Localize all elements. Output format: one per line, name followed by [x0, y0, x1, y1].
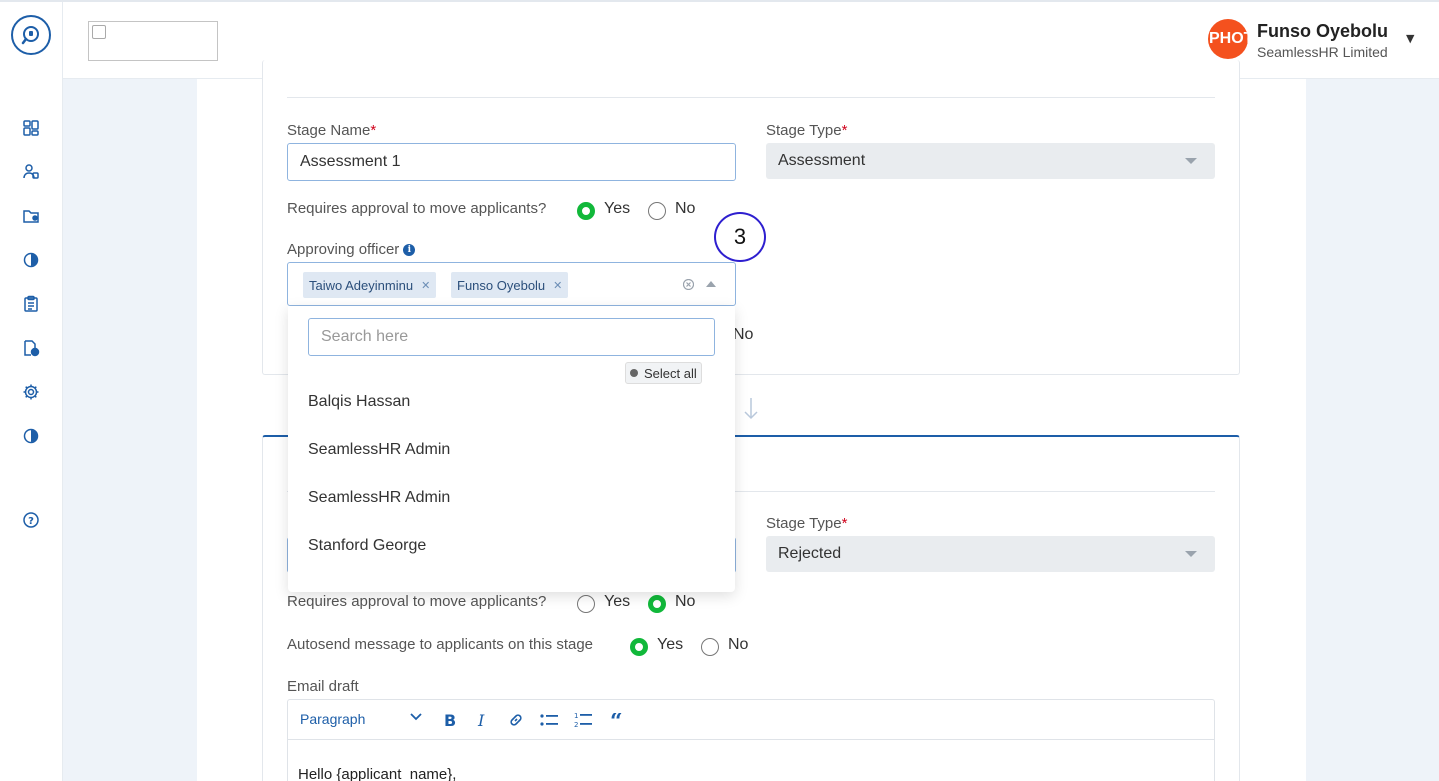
officer-tag: Funso Oyebolu ✕ [451, 272, 569, 298]
svg-text:1: 1 [574, 712, 578, 720]
folder-user-icon[interactable] [21, 206, 41, 226]
approving-officer-multiselect[interactable]: Taiwo Adeyinminu ✕ Funso Oyebolu ✕ [287, 262, 736, 306]
approval-question-2: Requires approval to move applicants? [287, 593, 547, 610]
svg-text:2: 2 [574, 721, 578, 729]
approval-yes-radio[interactable] [577, 202, 595, 220]
svg-text:B: B [444, 712, 456, 728]
stage-type-select[interactable]: Assessment [766, 143, 1215, 179]
svg-text:?: ? [28, 516, 34, 527]
link-icon[interactable] [505, 709, 527, 731]
chevron-down-icon[interactable] [410, 713, 422, 721]
approval-no-label-2: No [675, 593, 696, 610]
sidebar: ? [0, 2, 63, 781]
autosend-no-label: No [728, 636, 749, 653]
officer-dropdown-menu: Search here Select all Balqis Hassan Sea… [288, 306, 735, 592]
select-all-button[interactable]: Select all [625, 362, 702, 384]
officer-tag: Taiwo Adeyinminu ✕ [303, 272, 437, 298]
officer-tag-label: Funso Oyebolu [457, 277, 546, 293]
app-logo-button[interactable] [11, 15, 51, 55]
format-select[interactable]: Paragraph [300, 711, 365, 727]
autosend-yes-label: Yes [657, 636, 684, 653]
document-clock-icon[interactable] [21, 338, 41, 358]
stage-name-input[interactable]: Assessment 1 [287, 143, 736, 181]
italic-icon[interactable]: I [471, 709, 493, 731]
stage-type-value-2: Rejected [778, 545, 842, 562]
stage-type-value: Assessment [778, 152, 866, 169]
approval-no-radio-2[interactable] [648, 595, 666, 613]
user-organization: SeamlessHR Limited [1257, 44, 1388, 60]
blockquote-icon[interactable]: “ [607, 709, 629, 731]
stage-type-select-2[interactable]: Rejected [766, 536, 1215, 572]
approval-yes-label-2: Yes [604, 593, 631, 610]
caret-down-icon [1185, 158, 1197, 164]
dropdown-option[interactable]: SeamlessHR Admin [308, 489, 450, 507]
email-draft-editor[interactable]: Paragraph B I 1 2 “ Hello {applicant_nam… [287, 699, 1215, 781]
pie-chart-icon[interactable] [21, 250, 41, 270]
editor-toolbar: Paragraph B I 1 2 “ [288, 700, 1214, 740]
stage-type-label-2: Stage Type* [766, 515, 848, 532]
stage-name-label: Stage Name* [287, 122, 377, 139]
bold-icon[interactable]: B [438, 709, 460, 731]
hidden-no-label: No [733, 326, 754, 343]
help-icon[interactable]: ? [21, 510, 41, 530]
autosend-question: Autosend message to applicants on this s… [287, 636, 594, 653]
user-name[interactable]: Funso Oyebolu [1257, 21, 1388, 42]
clear-icon[interactable] [683, 279, 694, 290]
svg-text:I: I [477, 712, 485, 728]
caret-down-icon[interactable]: ▼ [1406, 32, 1414, 45]
approval-no-label: No [675, 200, 696, 217]
approval-yes-label: Yes [604, 200, 631, 217]
approval-yes-radio-2[interactable] [577, 595, 595, 613]
select-all-label: Select all [644, 365, 697, 381]
gear-icon[interactable] [21, 382, 41, 402]
approval-no-radio[interactable] [648, 202, 666, 220]
company-logo [88, 21, 218, 61]
bulleted-list-icon[interactable] [538, 709, 560, 731]
dropdown-option[interactable]: Stanford George [308, 537, 426, 555]
dashboard-icon[interactable] [21, 118, 41, 138]
pie-chart-icon[interactable] [21, 426, 41, 446]
approving-officer-label: Approving officer i [287, 241, 416, 258]
email-draft-label: Email draft [287, 678, 359, 695]
svg-text:“: “ [610, 713, 623, 727]
clipboard-icon[interactable] [21, 294, 41, 314]
autosend-yes-radio[interactable] [630, 638, 648, 656]
caret-up-icon[interactable] [706, 281, 716, 287]
avatar[interactable]: PHOTO [1208, 19, 1248, 59]
editor-body-text[interactable]: Hello {applicant_name}, [298, 766, 456, 781]
dot-icon [630, 369, 638, 377]
arrow-down-icon [744, 398, 758, 420]
numbered-list-icon[interactable]: 1 2 [572, 709, 594, 731]
stage-card-1-divider [287, 97, 1215, 98]
caret-down-icon [1185, 551, 1197, 557]
remove-tag-icon[interactable]: ✕ [421, 279, 430, 292]
step-marker: 3 [714, 212, 766, 262]
remove-tag-icon[interactable]: ✕ [553, 279, 562, 292]
dropdown-option[interactable]: SeamlessHR Admin [308, 441, 450, 459]
info-icon[interactable]: i [403, 244, 416, 257]
stage-type-label: Stage Type* [766, 122, 848, 139]
users-icon[interactable] [21, 162, 41, 182]
search-key-icon [21, 26, 39, 45]
autosend-no-radio[interactable] [701, 638, 719, 656]
dropdown-search-input[interactable]: Search here [308, 318, 715, 356]
officer-tag-label: Taiwo Adeyinminu [309, 277, 414, 293]
dropdown-option[interactable]: Balqis Hassan [308, 393, 410, 411]
approval-question: Requires approval to move applicants? [287, 200, 547, 217]
broken-image-icon [92, 25, 106, 39]
